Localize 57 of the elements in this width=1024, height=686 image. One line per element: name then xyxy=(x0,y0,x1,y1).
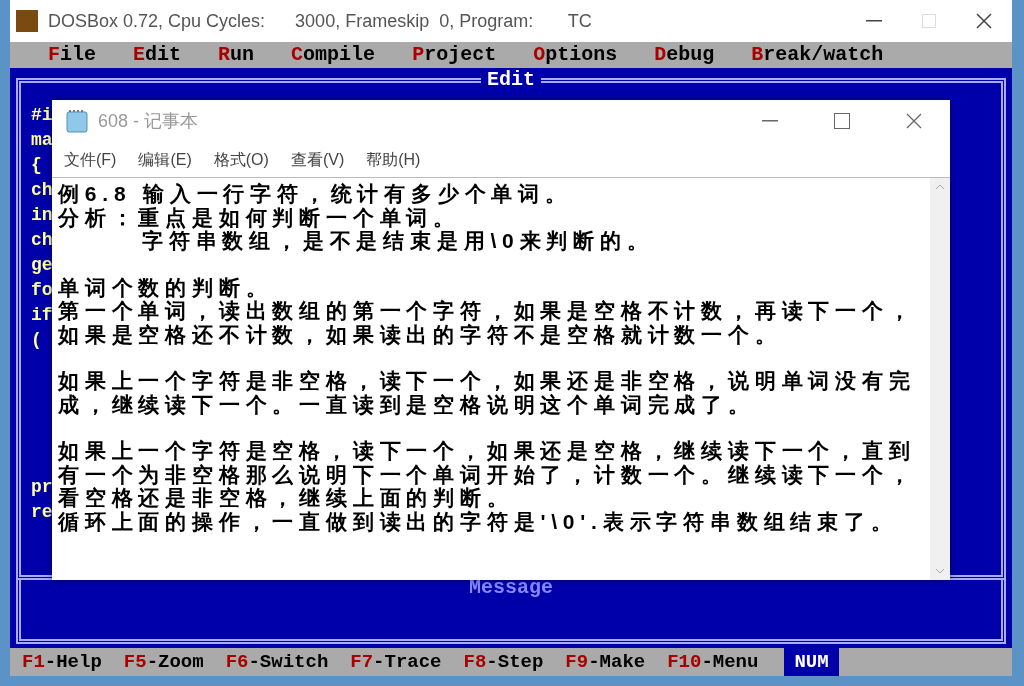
notepad-menu-item[interactable]: 编辑(E) xyxy=(138,147,192,172)
function-key-hint[interactable]: F7-Trace xyxy=(350,647,442,677)
menu-item[interactable]: Run xyxy=(218,40,255,70)
code-line: ma xyxy=(31,129,53,152)
menu-item[interactable]: Debug xyxy=(654,40,715,70)
function-key-hint[interactable]: F9-Make xyxy=(565,647,646,677)
text-line: 字符串数组，是不是结束是用\0来判断的。 xyxy=(141,229,655,253)
code-line: re xyxy=(31,501,53,524)
function-key-hint[interactable]: F10-Menu xyxy=(667,647,759,677)
code-line: in xyxy=(31,204,53,227)
menu-item[interactable]: Compile xyxy=(291,40,376,70)
menu-item[interactable]: Break/watch xyxy=(751,40,884,70)
text-line: 例6.8 输入一行字符，统计有多少个单词。 xyxy=(58,182,573,206)
function-key-hint[interactable]: F5-Zoom xyxy=(123,647,204,677)
close-icon[interactable] xyxy=(906,113,922,129)
function-key-hint[interactable]: F1-Help xyxy=(22,647,102,677)
notepad-title: 608 - 记事本 xyxy=(98,109,199,133)
text-line: 有一个为非空格那么说明下一个单词开始了，计数一个。继续读下一个， xyxy=(58,462,917,486)
code-line: ch xyxy=(31,179,53,202)
minimize-icon[interactable] xyxy=(866,20,882,22)
code-line: #i xyxy=(31,104,53,127)
function-key-hint[interactable]: F8-Step xyxy=(463,647,544,677)
close-icon[interactable] xyxy=(976,13,992,29)
code-line: pr xyxy=(31,476,53,499)
notepad-menu-item[interactable]: 帮助(H) xyxy=(366,147,421,172)
notepad-menu-item[interactable]: 文件(F) xyxy=(64,147,117,172)
num-lock-indicator: NUM xyxy=(784,648,839,676)
menu-item[interactable]: Options xyxy=(533,40,618,70)
code-line: ch xyxy=(31,229,53,252)
notepad-menu-item[interactable]: 格式(O) xyxy=(213,147,269,172)
scroll-down-icon[interactable] xyxy=(935,568,945,574)
menu-item[interactable]: Project xyxy=(412,40,497,70)
code-line: fo xyxy=(31,279,53,302)
scrollbar[interactable] xyxy=(930,178,950,580)
notepad-icon xyxy=(66,109,88,133)
text-line: 如果上一个字符是非空格，读下一个，如果还是非空格，说明单词没有完 xyxy=(58,369,917,393)
minimize-icon[interactable] xyxy=(762,120,778,122)
dosbox-logo-icon xyxy=(16,10,38,32)
text-line: 分析：重点是如何判断一个单词。 xyxy=(58,205,461,229)
notepad-menu-item[interactable]: 查看(V) xyxy=(290,147,345,172)
maximize-icon[interactable] xyxy=(834,113,850,129)
code-line: if xyxy=(31,304,53,327)
text-line: 看空格还是非空格，继续上面的判断。 xyxy=(58,486,514,509)
text-line: 循环上面的操作，一直做到读出的字符是'\0'.表示字符串数组结束了。 xyxy=(58,509,899,533)
code-line: ge xyxy=(31,254,53,277)
text-line: 成，继续读下一个。一直读到是空格说明这个单词完成了。 xyxy=(58,392,756,416)
menu-item[interactable]: Edit xyxy=(133,40,182,70)
text-line: 如果是空格还不计数，如果读出的字符不是空格就计数一个。 xyxy=(58,322,782,346)
code-line: { xyxy=(31,154,42,177)
code-line: ( xyxy=(31,329,42,352)
text-line: 如果上一个字符是空格，读下一个，如果还是空格，继续读下一个，直到 xyxy=(58,439,917,463)
function-key-hint[interactable]: F6-Switch xyxy=(225,647,329,677)
menu-item[interactable]: File xyxy=(48,40,97,70)
text-line: 单词个数的判断。 xyxy=(58,275,274,299)
scroll-up-icon[interactable] xyxy=(935,184,945,190)
text-line: 第一个单词，读出数组的第一个字符，如果是空格不计数，再读下一个， xyxy=(58,299,917,322)
window-title: DOSBox 0.72, Cpu Cycles: 3000, Frameskip 0, Program: TC xyxy=(48,9,592,33)
